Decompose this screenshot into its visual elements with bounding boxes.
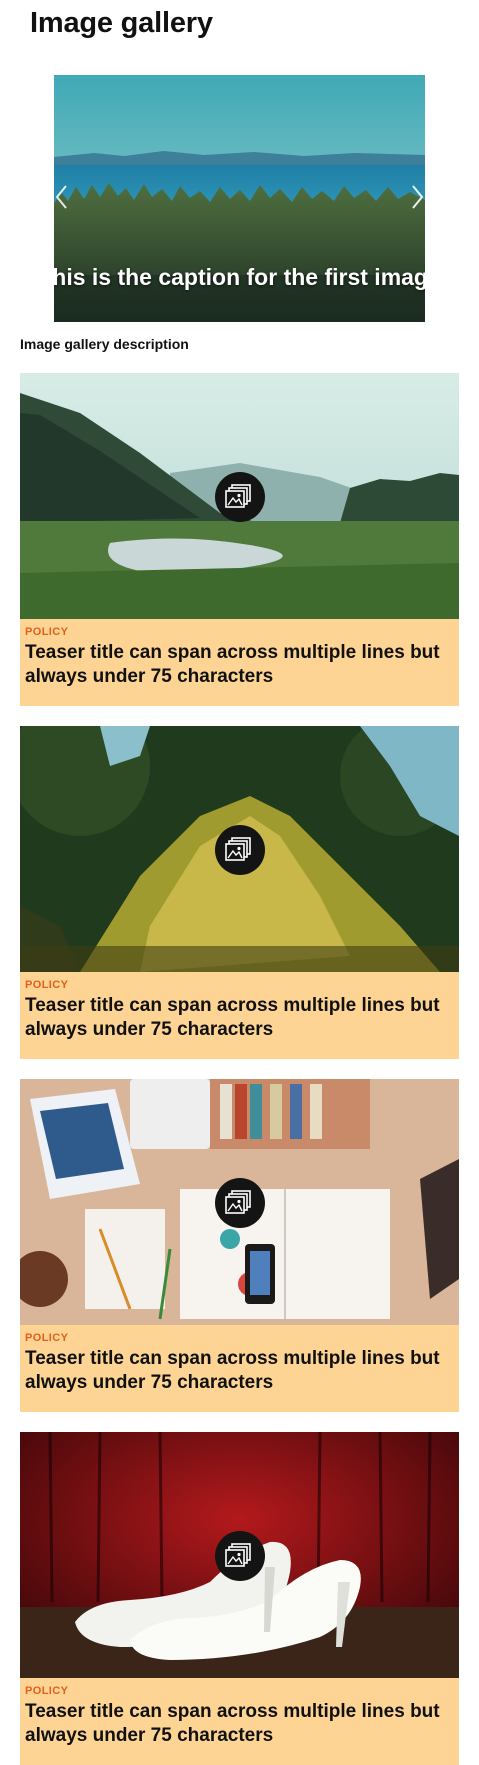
gallery-icon (215, 825, 265, 875)
slide-caption: This is the caption for the first image (54, 264, 425, 290)
teaser-card[interactable]: POLICY Teaser title can span across mult… (20, 1432, 459, 1765)
gallery-icon (215, 1178, 265, 1228)
slider-next-button[interactable] (409, 183, 425, 211)
slider-prev-button[interactable] (54, 183, 70, 211)
teaser-tag: POLICY (25, 626, 69, 638)
teaser-tag: POLICY (25, 979, 69, 991)
teaser-image-white-heels (20, 1432, 459, 1678)
chevron-left-icon (55, 185, 67, 209)
teaser-card[interactable]: POLICY Teaser title can span across mult… (20, 726, 459, 1059)
teaser-image-desk-flatlay (20, 1079, 459, 1325)
image-slider[interactable]: This is the caption for the first image (54, 75, 425, 322)
teaser-tag: POLICY (25, 1332, 69, 1344)
teaser-card[interactable]: POLICY Teaser title can span across mult… (20, 373, 459, 706)
teaser-title[interactable]: Teaser title can span across multiple li… (25, 1347, 457, 1395)
teaser-title[interactable]: Teaser title can span across multiple li… (25, 641, 457, 689)
teaser-title[interactable]: Teaser title can span across multiple li… (25, 994, 457, 1042)
teaser-image-moss-tree (20, 726, 459, 972)
teaser-card[interactable]: POLICY Teaser title can span across mult… (20, 1079, 459, 1412)
teaser-tag: POLICY (25, 1685, 69, 1697)
chevron-right-icon (412, 185, 424, 209)
gallery-icon (215, 472, 265, 522)
teaser-title[interactable]: Teaser title can span across multiple li… (25, 1700, 457, 1748)
gallery-description: Image gallery description (20, 336, 189, 352)
teaser-image-river-valley (20, 373, 459, 619)
page-title: Image gallery (30, 7, 213, 39)
gallery-icon (215, 1531, 265, 1581)
